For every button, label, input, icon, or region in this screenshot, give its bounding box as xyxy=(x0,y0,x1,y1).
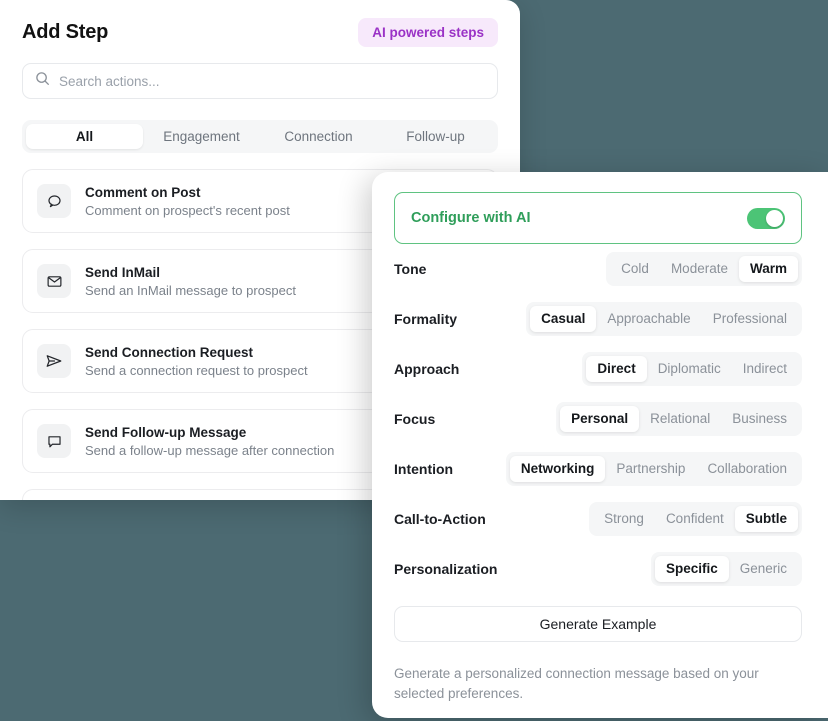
list-item-title: Send InMail xyxy=(85,265,296,280)
segment-formality-approachable[interactable]: Approachable xyxy=(596,306,701,332)
setting-label-approach: Approach xyxy=(394,361,459,377)
segmented-control-tone: Cold Moderate Warm xyxy=(606,252,802,286)
segment-tone-warm[interactable]: Warm xyxy=(739,256,798,282)
list-item-title: Send Follow-up Message xyxy=(85,425,334,440)
setting-label-intention: Intention xyxy=(394,461,453,477)
panel-header: Add Step AI powered steps xyxy=(0,0,520,47)
configure-with-ai-toggle[interactable] xyxy=(747,208,785,229)
setting-label-formality: Formality xyxy=(394,311,457,327)
segment-approach-diplomatic[interactable]: Diplomatic xyxy=(647,356,732,382)
segment-cta-confident[interactable]: Confident xyxy=(655,506,735,532)
configure-with-ai-row[interactable]: Configure with AI xyxy=(394,192,802,244)
list-item-subtitle: Comment on prospect's recent post xyxy=(85,203,290,218)
segmented-control-personalization: Specific Generic xyxy=(651,552,802,586)
list-item-subtitle: Send an InMail message to prospect xyxy=(85,283,296,298)
message-square-icon xyxy=(37,424,71,458)
segment-approach-direct[interactable]: Direct xyxy=(586,356,646,382)
segmented-control-call-to-action: Strong Confident Subtle xyxy=(589,502,802,536)
list-item-subtitle: Send a follow-up message after connectio… xyxy=(85,443,334,458)
segmented-control-focus: Personal Relational Business xyxy=(556,402,802,436)
setting-label-tone: Tone xyxy=(394,261,426,277)
segment-personalization-generic[interactable]: Generic xyxy=(729,556,798,582)
segmented-control-approach: Direct Diplomatic Indirect xyxy=(582,352,802,386)
segment-intention-networking[interactable]: Networking xyxy=(510,456,606,482)
list-item-subtitle: Send a connection request to prospect xyxy=(85,363,308,378)
segment-formality-professional[interactable]: Professional xyxy=(702,306,798,332)
tab-all[interactable]: All xyxy=(26,124,143,149)
segment-personalization-specific[interactable]: Specific xyxy=(655,556,729,582)
segment-intention-partnership[interactable]: Partnership xyxy=(605,456,696,482)
category-tabs: All Engagement Connection Follow-up xyxy=(22,120,498,153)
segment-intention-collaboration[interactable]: Collaboration xyxy=(696,456,798,482)
setting-row-formality: Formality Casual Approachable Profession… xyxy=(394,294,802,344)
toggle-knob xyxy=(766,210,783,227)
segment-tone-cold[interactable]: Cold xyxy=(610,256,660,282)
tab-follow-up[interactable]: Follow-up xyxy=(377,124,494,149)
setting-label-call-to-action: Call-to-Action xyxy=(394,511,486,527)
segmented-control-formality: Casual Approachable Professional xyxy=(526,302,802,336)
search-input[interactable] xyxy=(59,74,485,89)
page-title: Add Step xyxy=(22,21,108,44)
tab-connection[interactable]: Connection xyxy=(260,124,377,149)
envelope-icon xyxy=(37,264,71,298)
setting-row-call-to-action: Call-to-Action Strong Confident Subtle xyxy=(394,494,802,544)
setting-label-personalization: Personalization xyxy=(394,561,497,577)
list-item-title: Comment on Post xyxy=(85,185,290,200)
segment-tone-moderate[interactable]: Moderate xyxy=(660,256,739,282)
setting-row-approach: Approach Direct Diplomatic Indirect xyxy=(394,344,802,394)
segment-cta-subtle[interactable]: Subtle xyxy=(735,506,798,532)
generate-example-button[interactable]: Generate Example xyxy=(394,606,802,642)
segment-focus-personal[interactable]: Personal xyxy=(560,406,639,432)
setting-row-tone: Tone Cold Moderate Warm xyxy=(394,244,802,294)
helper-text: Generate a personalized connection messa… xyxy=(394,664,802,704)
search-icon xyxy=(35,71,50,91)
segment-focus-relational[interactable]: Relational xyxy=(639,406,721,432)
list-item-title: Send Connection Request xyxy=(85,345,308,360)
setting-label-focus: Focus xyxy=(394,411,435,427)
setting-row-personalization: Personalization Specific Generic xyxy=(394,544,802,594)
paper-plane-icon xyxy=(37,344,71,378)
tab-engagement[interactable]: Engagement xyxy=(143,124,260,149)
speech-bubble-icon xyxy=(37,184,71,218)
configure-with-ai-label: Configure with AI xyxy=(411,210,530,226)
setting-row-focus: Focus Personal Relational Business xyxy=(394,394,802,444)
segment-approach-indirect[interactable]: Indirect xyxy=(732,356,798,382)
segmented-control-intention: Networking Partnership Collaboration xyxy=(506,452,802,486)
segment-focus-business[interactable]: Business xyxy=(721,406,798,432)
segment-formality-casual[interactable]: Casual xyxy=(530,306,596,332)
search-bar[interactable] xyxy=(22,63,498,99)
configure-with-ai-panel: Configure with AI Tone Cold Moderate War… xyxy=(372,172,828,718)
ai-powered-steps-badge[interactable]: AI powered steps xyxy=(358,18,498,47)
setting-row-intention: Intention Networking Partnership Collabo… xyxy=(394,444,802,494)
segment-cta-strong[interactable]: Strong xyxy=(593,506,655,532)
